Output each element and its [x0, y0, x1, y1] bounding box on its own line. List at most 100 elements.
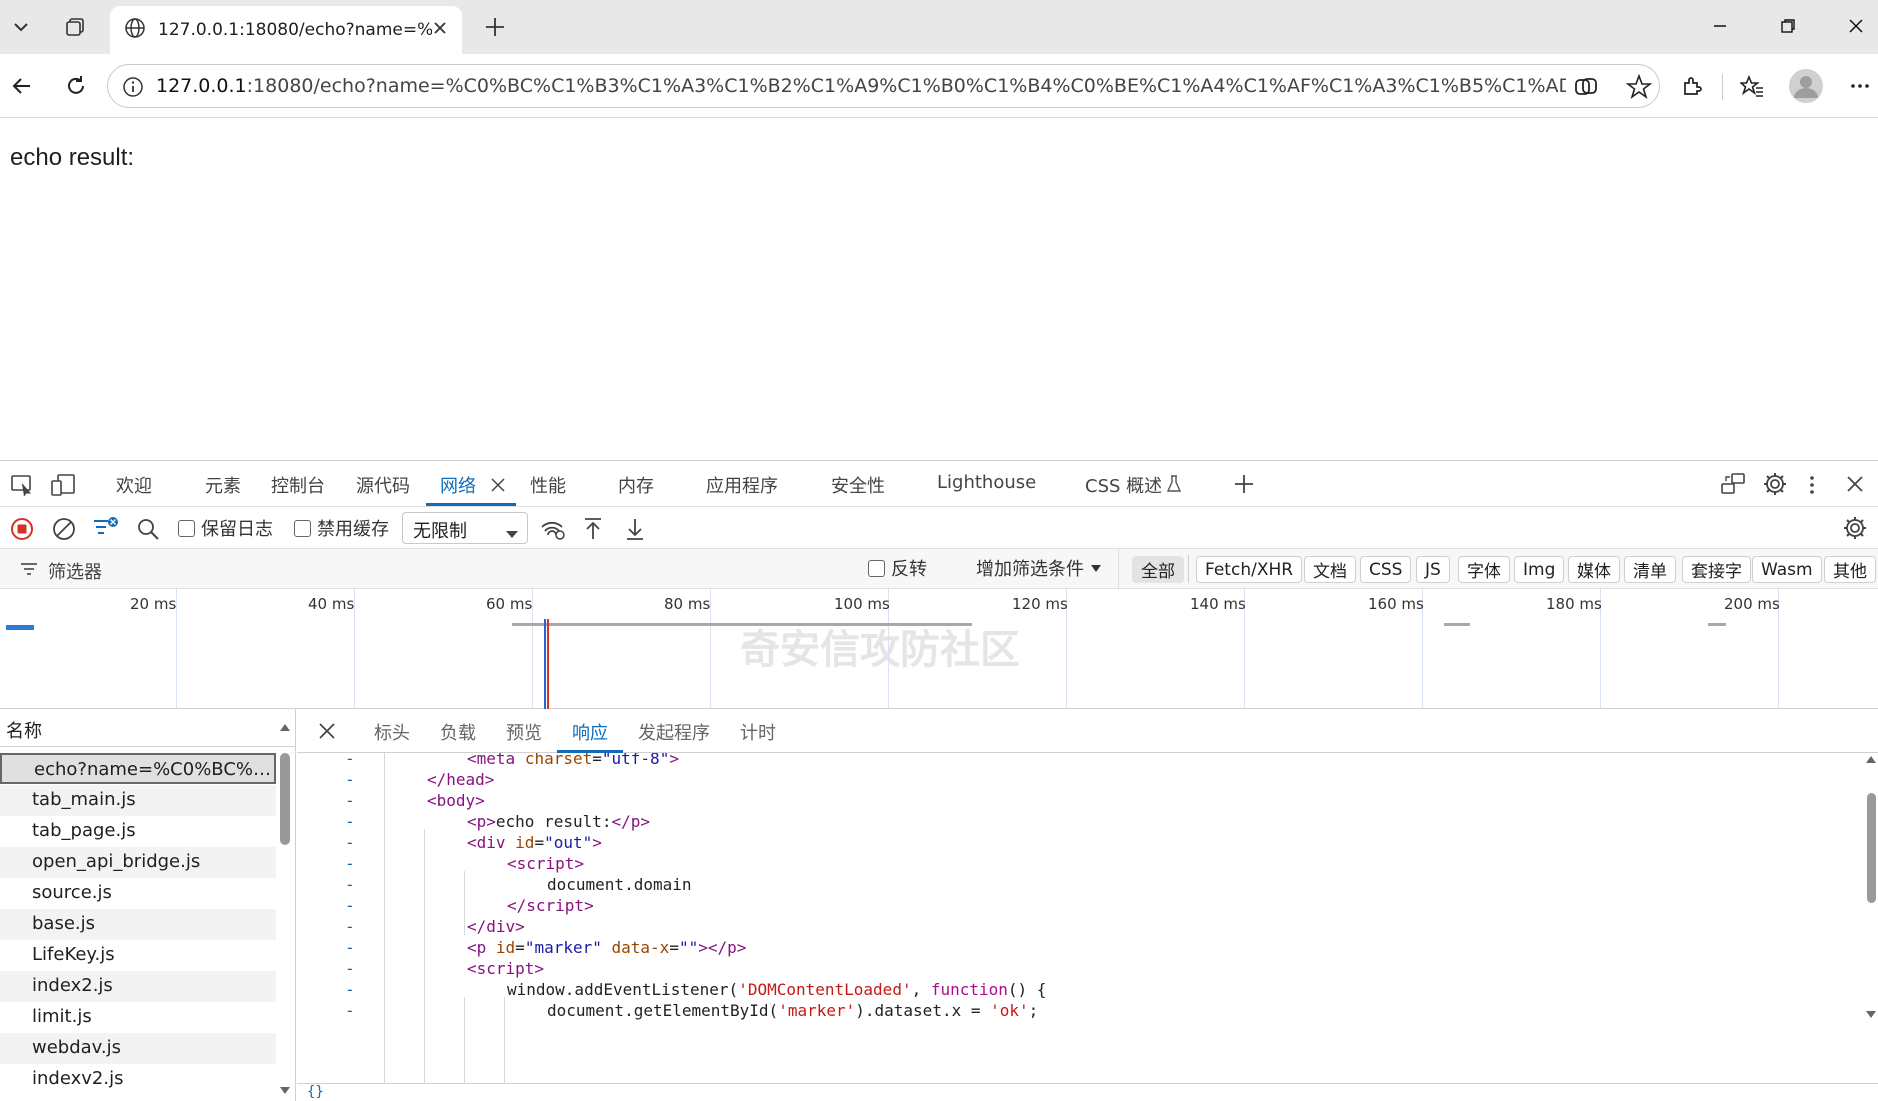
tab-payload[interactable]: 负载 — [440, 719, 476, 745]
chip-js[interactable]: JS — [1416, 556, 1450, 583]
tab-console[interactable]: 控制台 — [271, 472, 325, 498]
tab-performance[interactable]: 性能 — [530, 472, 566, 498]
invert-checkbox[interactable]: 反转 — [868, 555, 927, 581]
request-row[interactable]: limit.js — [0, 1002, 276, 1033]
chip-img[interactable]: Img — [1514, 556, 1565, 583]
chip-media[interactable]: 媒体 — [1568, 556, 1620, 583]
refresh-icon[interactable] — [56, 66, 96, 106]
close-network-tab-icon[interactable] — [490, 477, 506, 497]
favorite-star-icon[interactable] — [1625, 73, 1653, 104]
tab-lighthouse[interactable]: Lighthouse — [937, 472, 1036, 493]
tab-css-overview[interactable]: CSS 概述 — [1085, 472, 1162, 498]
chip-document[interactable]: 文档 — [1304, 556, 1356, 583]
request-row[interactable]: webdav.js — [0, 1033, 276, 1064]
throttle-select[interactable]: 无限制 — [402, 512, 528, 544]
tab-elements[interactable]: 元素 — [205, 472, 241, 498]
network-conditions-icon[interactable] — [540, 517, 566, 545]
record-stop-icon[interactable] — [10, 517, 34, 545]
chip-all[interactable]: 全部 — [1132, 556, 1184, 583]
connected-devices-icon[interactable] — [1720, 472, 1746, 500]
request-row[interactable]: tab_page.js — [0, 816, 276, 847]
request-list-scrollbar[interactable] — [278, 724, 292, 1099]
close-detail-icon[interactable] — [317, 721, 337, 745]
request-bar — [6, 625, 34, 630]
disable-cache-checkbox[interactable]: 禁用缓存 — [294, 515, 389, 541]
more-filters-dropdown[interactable]: 增加筛选条件 — [976, 555, 1102, 581]
request-row[interactable]: echo?name=%C0%BC%C1%B3%C1%A3%C1%B2%C1%A9 — [0, 753, 276, 784]
tab-list-chevron-icon[interactable] — [2, 8, 40, 46]
tab-memory[interactable]: 内存 — [618, 472, 654, 498]
network-settings-gear-icon[interactable] — [1842, 515, 1868, 545]
copilot-icon[interactable] — [1573, 74, 1599, 104]
request-row[interactable]: tab_main.js — [0, 785, 276, 816]
code-scrollbar[interactable] — [1864, 753, 1878, 1023]
device-emulation-icon[interactable] — [50, 473, 76, 501]
pretty-print-bar[interactable]: {} — [297, 1083, 1878, 1101]
filter-input[interactable]: 筛选器 — [8, 555, 848, 583]
chevron-down-icon — [505, 524, 519, 545]
filter-toggle-icon[interactable] — [92, 515, 120, 545]
search-icon[interactable] — [136, 517, 160, 545]
tab-welcome[interactable]: 欢迎 — [116, 472, 152, 498]
tab-response[interactable]: 响应 — [572, 719, 608, 745]
favorites-icon[interactable] — [1732, 66, 1772, 106]
scroll-thumb[interactable] — [1867, 793, 1876, 903]
tab-headers[interactable]: 标头 — [374, 719, 410, 745]
tab-security[interactable]: 安全性 — [831, 472, 885, 498]
response-source-viewer[interactable]: - <meta charset="utf-8"> - </head> - <body>… — [297, 753, 1878, 1083]
close-window-icon[interactable] — [1822, 0, 1878, 52]
request-row[interactable]: index2.js — [0, 971, 276, 1002]
tab-sources[interactable]: 源代码 — [356, 472, 410, 498]
preserve-log-checkbox[interactable]: 保留日志 — [178, 515, 273, 541]
tab-timing[interactable]: 计时 — [740, 719, 776, 745]
url-text[interactable]: 127.0.0.1:18080/echo?name=%C0%BC%C1%B3%C… — [156, 75, 1566, 97]
request-row[interactable]: indexv2.js — [0, 1064, 276, 1094]
tab-network[interactable]: 网络 — [440, 472, 476, 498]
more-tabs-plus-icon[interactable] — [1232, 472, 1256, 500]
echo-result-text: echo result: — [10, 144, 135, 171]
chip-font[interactable]: 字体 — [1458, 556, 1510, 583]
extensions-icon[interactable] — [1672, 66, 1712, 106]
devtools-more-icon[interactable] — [1806, 473, 1818, 501]
tab-application[interactable]: 应用程序 — [706, 472, 778, 498]
chip-css[interactable]: CSS — [1360, 556, 1412, 583]
close-devtools-icon[interactable] — [1846, 475, 1864, 497]
chip-manifest[interactable]: 清单 — [1624, 556, 1676, 583]
import-har-icon[interactable] — [582, 517, 604, 545]
request-row[interactable]: base.js — [0, 909, 276, 940]
tab-preview[interactable]: 预览 — [506, 719, 542, 745]
restore-icon[interactable] — [1754, 0, 1822, 52]
load-event-line — [547, 619, 549, 709]
active-tab[interactable]: 127.0.0.1:18080/echo?name=%C0% — [110, 6, 462, 54]
request-row[interactable]: LifeKey.js — [0, 940, 276, 971]
indent-guide — [464, 871, 465, 935]
workspaces-icon[interactable] — [56, 8, 94, 46]
site-info-icon[interactable] — [122, 76, 144, 102]
timeline-overview[interactable]: 20 ms 40 ms 60 ms 80 ms 100 ms 120 ms 14… — [0, 589, 1878, 709]
request-row[interactable]: source.js — [0, 878, 276, 909]
address-bar[interactable]: 127.0.0.1:18080/echo?name=%C0%BC%C1%B3%C… — [107, 64, 1660, 108]
indent-guide — [464, 997, 465, 1083]
clear-icon[interactable] — [52, 517, 76, 545]
chip-wasm[interactable]: Wasm — [1752, 556, 1822, 583]
filter-row: 筛选器 奇安信攻防社区 反转 增加筛选条件 全部 Fetch/XHR 文档 CS… — [0, 549, 1878, 673]
chip-other[interactable]: 其他 — [1824, 556, 1876, 583]
profile-avatar[interactable] — [1786, 66, 1826, 106]
more-menu-icon[interactable] — [1840, 66, 1878, 106]
devtools-settings-gear-icon[interactable] — [1762, 471, 1788, 501]
tick-label: 160 ms — [1368, 595, 1424, 613]
request-row[interactable]: open_api_bridge.js — [0, 847, 276, 878]
chip-fetch-xhr[interactable]: Fetch/XHR — [1196, 556, 1303, 583]
tick-label: 100 ms — [834, 595, 890, 613]
inspect-element-icon[interactable] — [10, 473, 34, 501]
new-tab-icon[interactable] — [476, 8, 514, 46]
chip-socket[interactable]: 套接字 — [1682, 556, 1751, 583]
close-tab-icon[interactable] — [432, 20, 448, 40]
tab-initiator[interactable]: 发起程序 — [638, 719, 710, 745]
request-detail-pane: 标头 负载 预览 响应 发起程序 计时 - <meta charset="utf-… — [297, 709, 1878, 1101]
export-har-icon[interactable] — [624, 517, 646, 545]
scroll-thumb[interactable] — [280, 753, 290, 845]
back-arrow-icon[interactable] — [2, 66, 42, 106]
name-column-header[interactable]: 名称 — [0, 709, 295, 747]
minimize-icon[interactable] — [1686, 0, 1754, 52]
